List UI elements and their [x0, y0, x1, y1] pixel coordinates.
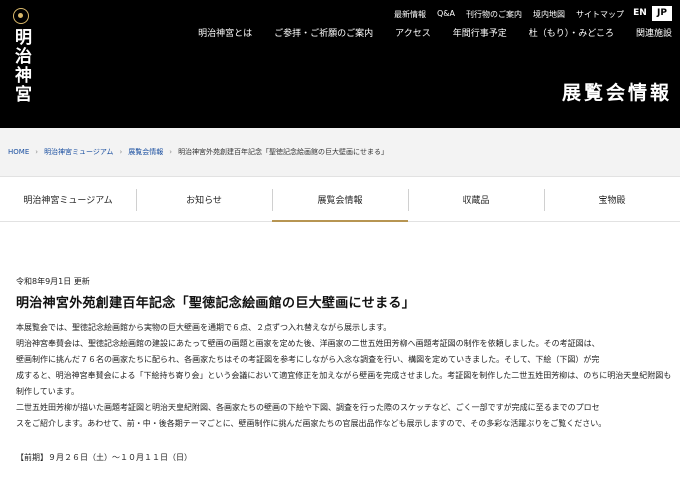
util-link-news[interactable]: 最新情報 — [394, 9, 426, 20]
language-switch: EN JP — [630, 6, 672, 21]
exhibition-period: 【前期】９月２６日（土）〜１０月１１日（日） — [16, 453, 192, 462]
article-paragraph: 成すると、明治神宮奉賛会による「下絵持ち寄り会」という会議において適宜修正を加え… — [16, 371, 672, 396]
breadcrumb: HOME › 明治神宮ミュージアム › 展覧会情報 › 明治神宮外苑創建百年記念… — [0, 128, 680, 176]
main-nav: 明治神宮とは ご参拝・ご祈願のご案内 アクセス 年間行事予定 杜（もり）・みどこ… — [187, 26, 672, 39]
util-link-publications[interactable]: 刊行物のご案内 — [466, 9, 522, 20]
chrysanthemum-emblem-icon — [13, 8, 29, 24]
article: 令和8年9月1日 更新 明治神宮外苑創建百年記念「聖徳記念絵画館の巨大壁画にせま… — [0, 276, 680, 463]
nav-about[interactable]: 明治神宮とは — [187, 26, 263, 39]
site-logo[interactable]: 明治神宮 — [8, 8, 34, 104]
subnav-tab-museum[interactable]: 明治神宮ミュージアム — [0, 177, 136, 221]
breadcrumb-exhibition[interactable]: 展覧会情報 — [128, 147, 163, 157]
article-paragraph: 明治神宮奉賛会は、聖徳記念絵画館の建設にあたって壁画の画題と画家を定めた後、洋画… — [16, 339, 600, 348]
lang-en-button[interactable]: EN — [630, 6, 650, 21]
nav-events[interactable]: 年間行事予定 — [442, 26, 518, 39]
util-link-qa[interactable]: Q&A — [437, 9, 455, 20]
breadcrumb-current: 明治神宮外苑創建百年記念「聖徳記念絵画館の巨大壁画にせまる」 — [178, 148, 389, 156]
util-link-map[interactable]: 境内地図 — [533, 9, 565, 20]
nav-forest[interactable]: 杜（もり）・みどころ — [518, 26, 625, 39]
nav-access[interactable]: アクセス — [384, 26, 442, 39]
article-paragraph: 二世五姓田芳柳が描いた画題考証図と明治天皇紀附図、各画家たちの壁画の下絵や下図、… — [16, 403, 600, 412]
subnav-tab-news[interactable]: お知らせ — [136, 177, 272, 221]
breadcrumb-separator-icon: › — [119, 148, 123, 156]
subnav-tab-collection[interactable]: 収蔵品 — [408, 177, 544, 221]
nav-worship[interactable]: ご参拝・ご祈願のご案内 — [263, 26, 384, 39]
page-heading: 展覧会情報 — [561, 82, 672, 104]
breadcrumb-separator-icon: › — [35, 148, 39, 156]
subnav-tab-treasure-hall[interactable]: 宝物殿 — [544, 177, 680, 221]
article-paragraph: 壁画制作に挑んだ７６名の画家たちに配られ、各画家たちはその考証図を参考にしながら… — [16, 355, 600, 364]
article-title: 明治神宮外苑創建百年記念「聖徳記念絵画館の巨大壁画にせまる」 — [16, 296, 416, 311]
utility-nav: 最新情報 Q&A 刊行物のご案内 境内地図 サイトマップ — [394, 9, 624, 20]
breadcrumb-home[interactable]: HOME — [8, 148, 29, 156]
breadcrumb-museum[interactable]: 明治神宮ミュージアム — [44, 147, 113, 157]
subnav-tab-exhibitions[interactable]: 展覧会情報 — [272, 177, 408, 222]
update-date: 令和8年9月1日 更新 — [16, 277, 90, 286]
logo-text: 明治神宮 — [11, 28, 31, 104]
section-subnav: 明治神宮ミュージアム お知らせ 展覧会情報 収蔵品 宝物殿 — [0, 176, 680, 222]
site-header: 明治神宮 最新情報 Q&A 刊行物のご案内 境内地図 サイトマップ EN JP … — [0, 0, 680, 128]
article-paragraph: スをご紹介します。あわせて、前・中・後各期テーマごとに、壁画制作に挑んだ画家たち… — [16, 419, 607, 428]
breadcrumb-separator-icon: › — [169, 148, 173, 156]
util-link-sitemap[interactable]: サイトマップ — [576, 9, 624, 20]
article-body: 本展覧会では、聖徳記念絵画館から実物の巨大壁画を通期で６点、２点ずつ入れ替えなが… — [16, 320, 672, 432]
nav-facilities[interactable]: 関連施設 — [625, 26, 672, 39]
lang-jp-button[interactable]: JP — [652, 6, 672, 21]
article-paragraph: 本展覧会では、聖徳記念絵画館から実物の巨大壁画を通期で６点、２点ずつ入れ替えなが… — [16, 323, 392, 332]
